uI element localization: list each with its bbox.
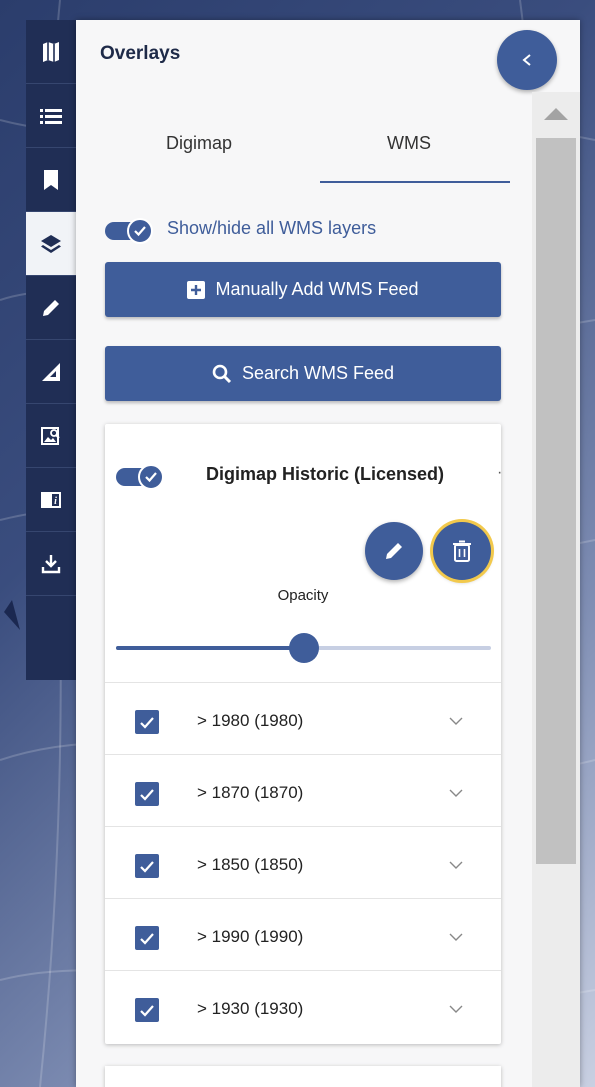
plus-square-icon xyxy=(187,280,206,299)
opacity-slider-fill xyxy=(116,646,304,650)
chevron-down-icon[interactable] xyxy=(449,785,463,803)
layer-row[interactable]: > 1980 (1980) xyxy=(105,682,501,754)
search-icon xyxy=(212,364,232,383)
tab-wms[interactable]: WMS xyxy=(387,133,431,154)
tool-rail: i xyxy=(26,20,76,680)
rail-draw-button[interactable] xyxy=(26,276,76,340)
rail-list-button[interactable] xyxy=(26,84,76,148)
active-tab-indicator xyxy=(320,181,510,183)
manually-add-wms-button[interactable]: Manually Add WMS Feed xyxy=(105,262,501,317)
layer-checkbox[interactable] xyxy=(135,782,159,806)
rail-map-button[interactable] xyxy=(26,20,76,84)
check-icon xyxy=(134,226,146,237)
check-icon xyxy=(140,932,154,945)
search-wms-button[interactable]: Search WMS Feed xyxy=(105,346,501,401)
search-wms-label: Search WMS Feed xyxy=(241,363,395,383)
check-icon xyxy=(140,788,154,801)
layer-checkbox[interactable] xyxy=(135,854,159,878)
rail-bookmark-button[interactable] xyxy=(26,148,76,212)
show-all-wms-toggle[interactable] xyxy=(105,218,153,244)
pencil-icon xyxy=(386,543,402,559)
wms-feed-card: Digimap Historic (Licensed) · Opacity > … xyxy=(105,424,502,1044)
measure-icon xyxy=(42,362,60,381)
collapse-panel-button[interactable] xyxy=(497,30,557,90)
feed-menu-icon[interactable]: · xyxy=(497,464,502,482)
rail-layers-button[interactable] xyxy=(26,212,76,276)
layer-checkbox[interactable] xyxy=(135,710,159,734)
check-icon xyxy=(145,472,157,483)
manually-add-wms-label: Manually Add WMS Feed xyxy=(215,279,419,299)
chevron-down-icon[interactable] xyxy=(449,713,463,731)
scroll-up-arrow-icon[interactable] xyxy=(544,108,568,120)
layer-row[interactable]: > 1930 (1930) xyxy=(105,970,501,1042)
overlays-panel: Overlays Digimap WMS Show/hide all WMS l… xyxy=(76,20,580,1087)
info-icon: i xyxy=(41,491,61,508)
next-feed-card xyxy=(105,1066,501,1087)
edit-feed-button[interactable] xyxy=(365,522,423,580)
rail-image-search-button[interactable] xyxy=(26,404,76,468)
layer-label: > 1870 (1870) xyxy=(197,783,304,802)
opacity-label: Opacity xyxy=(277,587,329,604)
svg-text:i: i xyxy=(54,496,57,507)
opacity-slider-thumb[interactable] xyxy=(288,633,319,663)
show-all-wms-label: Show/hide all WMS layers xyxy=(167,218,377,238)
chevron-down-icon[interactable] xyxy=(449,857,463,875)
layer-label: > 1990 (1990) xyxy=(197,927,304,946)
layer-row[interactable]: > 1990 (1990) xyxy=(105,898,501,970)
chevron-down-icon[interactable] xyxy=(449,929,463,947)
layer-label: > 1930 (1930) xyxy=(197,999,304,1018)
bookmark-icon xyxy=(44,169,58,190)
layer-label: > 1980 (1980) xyxy=(197,711,304,730)
layer-checkbox[interactable] xyxy=(135,926,159,950)
opacity-slider[interactable] xyxy=(116,633,491,663)
list-icon xyxy=(40,108,62,124)
check-icon xyxy=(140,716,154,729)
rail-download-button[interactable] xyxy=(26,532,76,596)
layers-icon xyxy=(41,234,61,253)
check-icon xyxy=(140,860,154,873)
panel-title: Overlays xyxy=(100,43,181,64)
layer-row[interactable]: > 1850 (1850) xyxy=(105,826,501,898)
download-icon xyxy=(41,554,61,573)
rail-info-button[interactable]: i xyxy=(26,468,76,532)
pencil-icon xyxy=(43,299,59,316)
rail-measure-button[interactable] xyxy=(26,340,76,404)
tab-digimap[interactable]: Digimap xyxy=(166,133,232,154)
layer-checkbox[interactable] xyxy=(135,998,159,1022)
panel-scrollbar[interactable] xyxy=(532,92,580,1087)
chevron-left-icon xyxy=(522,54,531,66)
delete-feed-button[interactable] xyxy=(433,522,491,580)
check-icon xyxy=(140,1004,154,1017)
chevron-down-icon[interactable] xyxy=(449,1001,463,1019)
layer-label: > 1850 (1850) xyxy=(197,855,304,874)
map-icon xyxy=(43,41,59,62)
image-search-icon xyxy=(41,426,60,445)
feed-title: Digimap Historic (Licensed) xyxy=(206,464,445,484)
layer-row[interactable]: > 1870 (1870) xyxy=(105,754,501,826)
trash-icon xyxy=(453,540,471,562)
feed-visibility-toggle[interactable] xyxy=(116,464,164,490)
scrollbar-thumb[interactable] xyxy=(536,138,576,864)
